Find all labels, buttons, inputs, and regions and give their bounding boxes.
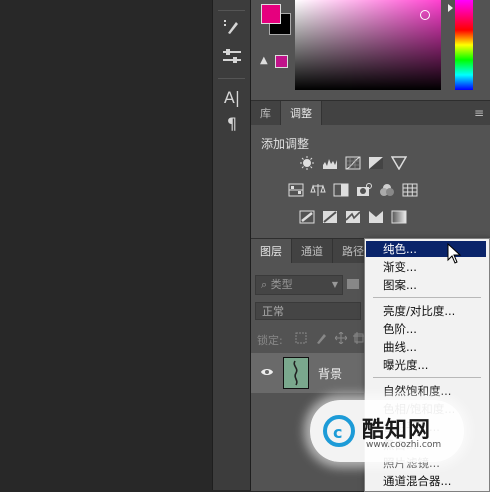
menu-item-pattern[interactable]: 图案... [366,277,486,293]
menu-item-exposure[interactable]: 曝光度... [366,357,486,373]
paragraph-icon[interactable]: ¶ [219,112,245,134]
menu-separator [373,297,481,298]
tab-layers-label: 图层 [260,245,282,258]
brush-icon[interactable] [219,16,245,38]
eye-icon[interactable] [260,367,274,377]
invert-icon[interactable] [299,210,315,224]
panel-menu-icon[interactable]: ≡ [468,101,490,125]
warning-color-swatch[interactable] [275,55,288,68]
tab-library[interactable]: 库 [251,101,281,125]
posterize-icon[interactable] [322,210,338,224]
lock-label: 锁定: [257,334,283,347]
hue-saturation-icon[interactable] [288,183,304,197]
layer-thumbnail [283,357,309,389]
gradient-map-icon[interactable] [391,210,407,224]
layer-name[interactable]: 背景 [318,365,342,382]
blend-mode-value: 正常 [262,305,284,318]
svg-text:c: c [333,423,342,442]
color-panel: ▲ [251,0,490,100]
character-label: A| [223,87,241,107]
curves-icon[interactable] [345,156,361,170]
lock-paint-icon[interactable] [315,332,327,344]
exposure-icon[interactable] [368,156,384,170]
selective-color-icon[interactable] [368,210,384,224]
tab-paths-label: 路径 [342,245,364,258]
toolstrip-divider [218,78,245,79]
adjustments-tabbar: 库 调整 ≡ [251,101,490,125]
panel-toolstrip: A| ¶ [212,0,251,490]
watermark: c 酷知网 www.coozhi.com [310,400,464,462]
tab-adjustments[interactable]: 调整 [281,101,322,125]
tab-library-label: 库 [260,107,271,120]
toolstrip-divider [218,10,245,11]
search-icon: ⌕ [261,278,268,291]
adjustments-panel: 库 调整 ≡ 添加调整 [251,100,490,239]
tab-adjustments-label: 调整 [290,107,312,120]
chevron-down-icon: ▼ [331,280,338,289]
tab-channels[interactable]: 通道 [292,239,333,263]
vibrance-icon[interactable] [391,156,407,170]
add-adjustment-title: 添加调整 [261,137,310,151]
channel-mixer-icon[interactable] [379,183,395,197]
sliders-icon[interactable] [219,46,245,68]
layer-filter-dropdown[interactable]: ⌕ 类型 ▼ [255,275,343,295]
lock-move-icon[interactable] [335,332,347,344]
menu-separator [373,377,481,378]
tab-channels-label: 通道 [301,245,323,258]
canvas-area[interactable] [0,0,212,490]
menu-item-levels[interactable]: 色阶... [366,321,486,337]
character-icon[interactable]: A| [219,86,245,108]
menu-item-channel-mixer[interactable]: 通道混合器... [366,473,486,489]
lock-pixels-icon[interactable] [295,332,307,344]
paragraph-label: ¶ [226,113,238,133]
gamut-warning-icon: ▲ [260,55,268,66]
menu-item-gradient[interactable]: 渐变... [366,259,486,275]
menu-item-solid-color[interactable]: 纯色... [366,241,486,257]
hue-slider-handle-icon[interactable] [448,4,453,12]
brightness-contrast-icon[interactable] [299,156,315,170]
foreground-color-swatch[interactable] [261,4,281,24]
tab-layers[interactable]: 图层 [251,239,292,263]
mouse-cursor-icon [447,243,462,264]
menu-item-vibrance[interactable]: 自然饱和度... [366,383,486,399]
photo-filter-icon[interactable] [356,183,372,197]
watermark-url: www.coozhi.com [366,440,442,450]
menu-item-curves[interactable]: 曲线... [366,339,486,355]
color-picker-marker[interactable] [420,10,430,20]
watermark-logo-icon: c [323,415,355,447]
color-balance-icon[interactable] [310,183,326,197]
levels-icon[interactable] [322,156,338,170]
layer-filter-label: 类型 [270,278,293,291]
black-white-icon[interactable] [333,183,349,197]
filter-image-icon[interactable] [347,279,359,289]
color-lookup-icon[interactable] [402,183,418,197]
blend-mode-dropdown[interactable]: 正常 [255,302,361,320]
hue-slider[interactable] [455,0,473,90]
menu-item-brightness-contrast[interactable]: 亮度/对比度... [366,303,486,319]
threshold-icon[interactable] [345,210,361,224]
